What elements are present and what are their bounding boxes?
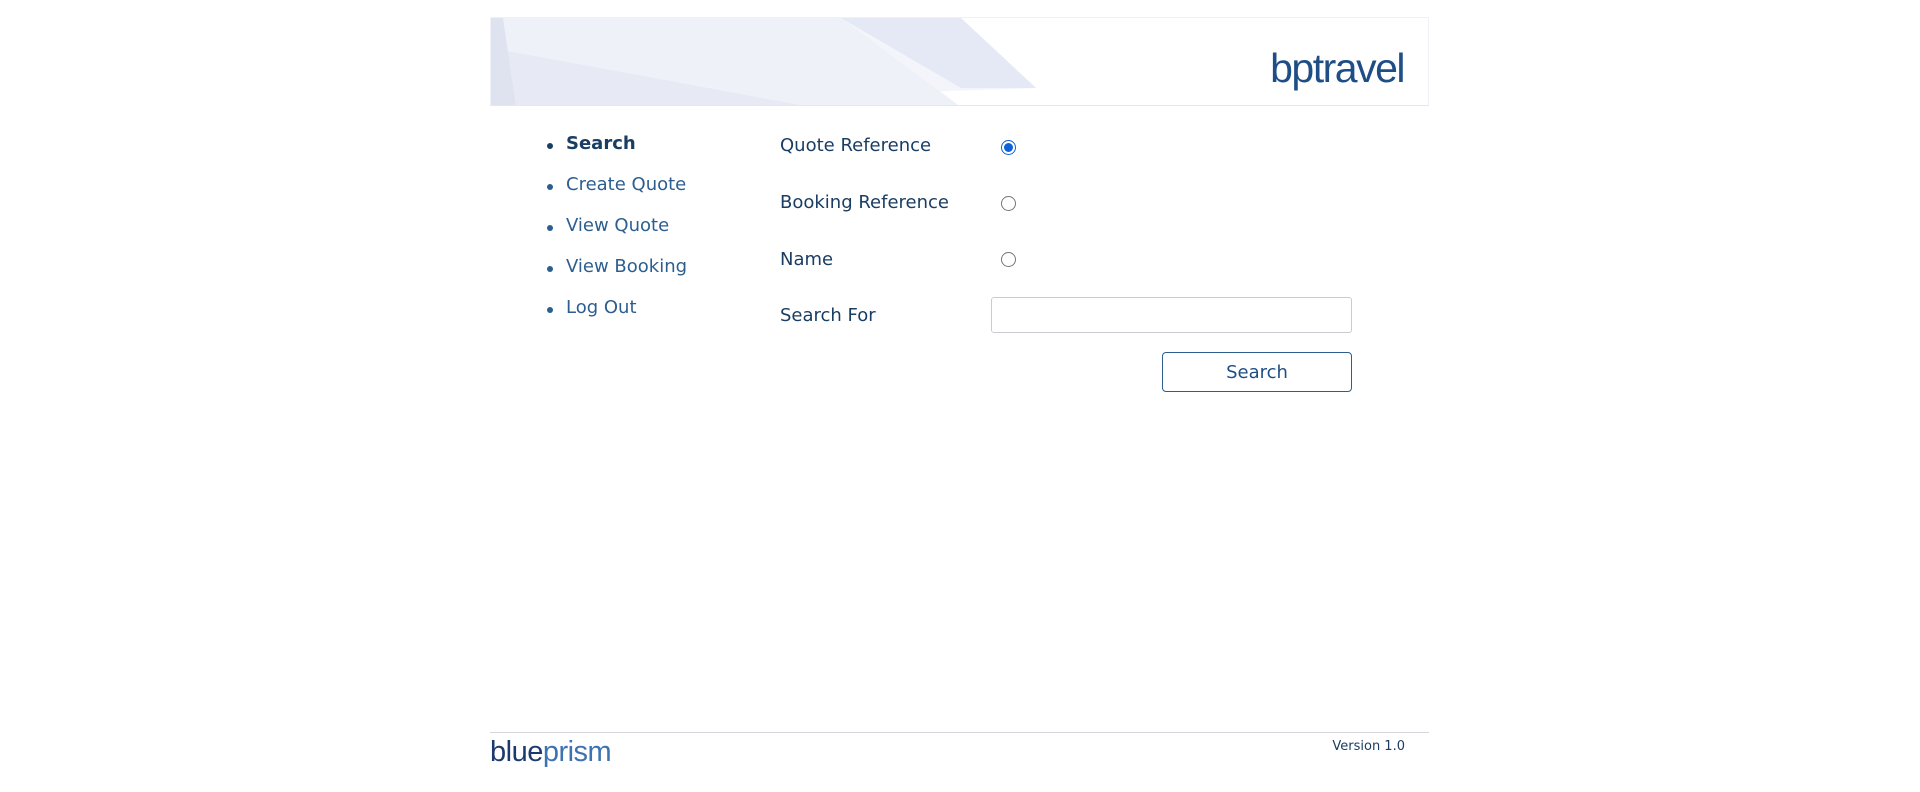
footer-divider [490, 732, 1429, 733]
nav-item-view-booking[interactable]: View Booking [546, 253, 687, 294]
nav-item-search[interactable]: Search [546, 130, 687, 171]
nav-item-label[interactable]: Create Quote [566, 174, 686, 195]
nav-item-label[interactable]: View Booking [566, 256, 687, 277]
quote-reference-radio[interactable] [1001, 140, 1016, 155]
nav-item-log-out[interactable]: Log Out [546, 294, 687, 335]
booking-reference-label: Booking Reference [780, 192, 949, 213]
nav-item-label[interactable]: View Quote [566, 215, 669, 236]
name-label: Name [780, 249, 834, 270]
booking-reference-radio[interactable] [1001, 196, 1016, 211]
header-banner: bptravel [490, 17, 1429, 106]
blueprism-logo: blueprism [490, 734, 612, 770]
name-radio[interactable] [1001, 252, 1016, 267]
side-nav: Search Create Quote View Quote View Book… [546, 130, 687, 335]
nav-item-label[interactable]: Log Out [566, 297, 637, 318]
bptravel-logo: bptravel [1270, 45, 1405, 91]
search-for-label: Search For [780, 305, 876, 326]
nav-item-view-quote[interactable]: View Quote [546, 212, 687, 253]
logo-blue-text: blue [490, 736, 543, 768]
logo-prism-text: prism [542, 736, 612, 768]
quote-reference-label: Quote Reference [780, 135, 932, 156]
version-label: Version 1.0 [1332, 739, 1405, 754]
nav-item-label[interactable]: Search [566, 133, 636, 154]
page: bptravel Search Create Quote View Quote … [490, 0, 1429, 792]
nav-item-create-quote[interactable]: Create Quote [546, 171, 687, 212]
search-button[interactable]: Search [1162, 352, 1352, 392]
search-for-input[interactable] [991, 297, 1352, 333]
